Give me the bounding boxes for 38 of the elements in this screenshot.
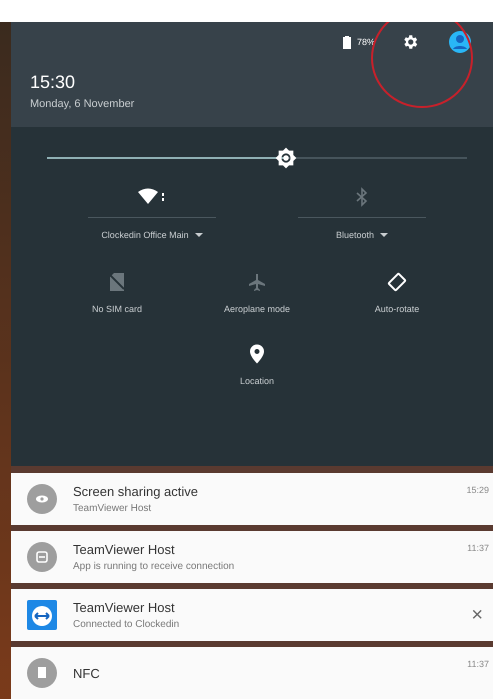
app-icon (27, 542, 57, 572)
notification-card[interactable]: TeamViewer Host App is running to receive connection 11:37 (11, 531, 493, 583)
notification-time: 15:29 (466, 485, 489, 495)
caret-icon (380, 233, 388, 238)
tile-label[interactable]: Location (240, 376, 274, 386)
notification-title: TeamViewer Host (73, 600, 176, 615)
tile-label[interactable]: No SIM card (92, 304, 142, 314)
notification-card[interactable]: TeamViewer Host Connected to Clockedin × (11, 589, 493, 641)
double-arrow-logo-icon (27, 600, 57, 630)
caret-icon (194, 233, 203, 238)
date-text: Monday, 6 November (30, 98, 136, 110)
rotate-icon[interactable] (387, 272, 407, 292)
battery-icon (342, 36, 351, 48)
notification-text: App is running to receive connection (73, 561, 236, 572)
tile-dropdown[interactable]: Bluetooth (336, 230, 388, 240)
brightness-icon[interactable] (275, 147, 298, 170)
tile-label[interactable]: Auto-rotate (374, 304, 420, 314)
sim-card-icon[interactable] (110, 272, 124, 292)
notification-title: NFC (73, 666, 101, 680)
airplane-icon[interactable] (248, 272, 266, 292)
notification-title: TeamViewer Host (73, 542, 176, 557)
document-icon (27, 658, 57, 688)
notification-text: TeamViewer Host (73, 503, 152, 514)
clock-time: 15:30 (30, 72, 76, 93)
tile-dropdown[interactable]: Clockedin Office Main (101, 230, 203, 240)
notification-card[interactable]: NFC 11:37 (11, 647, 493, 699)
location-pin-icon[interactable] (250, 344, 264, 364)
brightness-slider[interactable] (47, 147, 467, 170)
notification-text: Connected to Clockedin (73, 619, 180, 630)
eye-icon (27, 484, 57, 514)
bluetooth-icon[interactable] (356, 187, 368, 208)
notification-time: 11:37 (467, 659, 489, 669)
close-button[interactable]: × (465, 604, 489, 626)
notification-card[interactable]: Screen sharing active TeamViewer Host 15:29 (11, 473, 493, 525)
notification-title: Screen sharing active (73, 484, 200, 499)
user-avatar-icon[interactable] (449, 31, 471, 53)
tile-label[interactable]: Aeroplane mode (224, 304, 290, 314)
notification-time: 11:37 (467, 543, 489, 553)
